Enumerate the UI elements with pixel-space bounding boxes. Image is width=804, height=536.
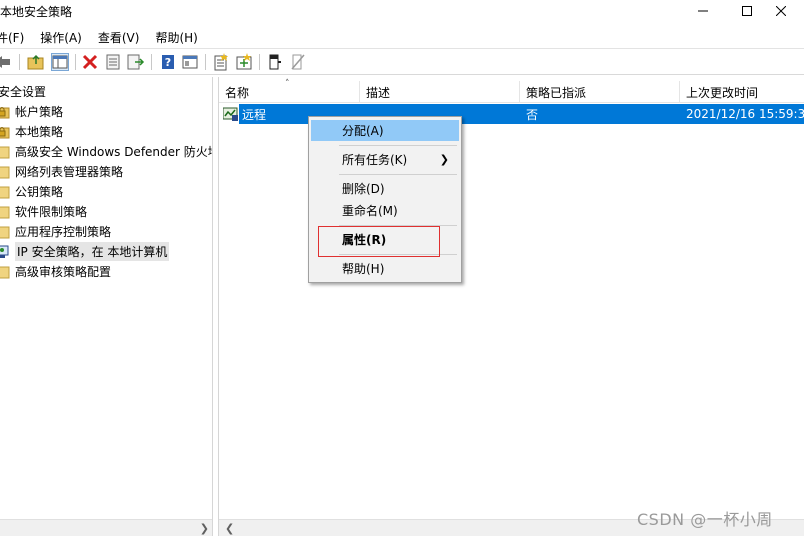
back-arrow-icon[interactable] — [0, 53, 12, 71]
tree-item[interactable]: 软件限制策略 — [0, 201, 87, 221]
annotation-highlight-box — [318, 226, 440, 257]
tree-item[interactable]: 本地策略 — [0, 121, 63, 141]
scroll-left-icon[interactable]: ❮ — [225, 522, 234, 535]
ip-security-icon — [0, 243, 10, 259]
scroll-right-icon[interactable]: ❯ — [200, 522, 209, 535]
folder-icon — [0, 203, 10, 219]
tree-item-ip-security[interactable]: IP 安全策略，在 本地计算机 — [0, 241, 170, 261]
window-title: 本地安全策略 — [0, 5, 73, 19]
close-icon — [776, 6, 786, 16]
tree-item[interactable]: 帐户策略 — [0, 101, 63, 121]
sort-ascending-icon: ˄ — [285, 79, 290, 89]
tree-item[interactable]: 公钥策略 — [0, 181, 63, 201]
column-header-assigned[interactable]: 策略已指派 — [520, 81, 680, 103]
unassign-icon[interactable] — [289, 53, 307, 71]
tree-item[interactable]: 网络列表管理器策略 — [0, 161, 123, 181]
menu-help[interactable]: 帮助(H) — [155, 29, 197, 46]
console-icon[interactable] — [181, 53, 199, 71]
tree-item[interactable]: 高级审核策略配置 — [0, 261, 111, 281]
menu-file[interactable]: 件(F) — [0, 29, 24, 46]
ip-policy-icon — [222, 106, 239, 122]
toolbar: ? — [0, 48, 804, 75]
console-tree: 安全设置 帐户策略 本地策略 高级安全 Windows Defender 防火墙… — [0, 77, 213, 536]
cell-modified: 2021/12/16 15:59:38 — [686, 107, 804, 121]
context-menu: 分配(A) 所有任务(K) ❯ 删除(D) 重命名(M) 属性(R) 帮助(H) — [308, 116, 462, 283]
folder-icon — [0, 163, 10, 179]
help-icon[interactable]: ? — [159, 53, 177, 71]
table-row[interactable]: 远程 否 2021/12/16 15:59:38 — [219, 104, 804, 124]
svg-text:?: ? — [165, 56, 171, 69]
menu-action[interactable]: 操作(A) — [40, 29, 82, 46]
properties-icon[interactable] — [104, 53, 122, 71]
watermark: CSDN @一杯小周 — [637, 510, 773, 529]
cell-name: 远程 — [242, 107, 267, 122]
menu-item-all-tasks[interactable]: 所有任务(K) ❯ — [311, 149, 459, 170]
up-folder-icon[interactable] — [27, 53, 45, 71]
policy-list: 名称 ˄ 描述 策略已指派 上次更改时间 远程 否 2021/12/16 15:… — [218, 77, 804, 536]
show-hide-tree-icon[interactable] — [51, 53, 69, 71]
column-headers: 名称 ˄ 描述 策略已指派 上次更改时间 — [219, 79, 804, 103]
column-header-name[interactable]: 名称 ˄ — [219, 79, 360, 103]
tree-item[interactable]: 应用程序控制策略 — [0, 221, 111, 241]
menu-item-rename[interactable]: 重命名(M) — [311, 200, 459, 221]
menu-item-assign[interactable]: 分配(A) — [311, 120, 459, 141]
submenu-arrow-icon: ❯ — [439, 153, 449, 166]
column-header-description[interactable]: 描述 — [360, 81, 520, 103]
close-button[interactable] — [758, 0, 804, 22]
export-list-icon[interactable] — [127, 53, 145, 71]
folder-icon — [0, 263, 10, 279]
tree-root[interactable]: 安全设置 — [0, 81, 46, 101]
minimize-button[interactable] — [680, 0, 726, 22]
manage-filter-icon[interactable] — [235, 53, 253, 71]
cell-assigned: 否 — [526, 107, 539, 122]
folder-icon — [0, 223, 10, 239]
folder-lock-icon — [0, 123, 10, 139]
column-header-modified[interactable]: 上次更改时间 — [680, 81, 804, 103]
tree-horizontal-scrollbar[interactable]: ❯ — [0, 519, 212, 536]
menu-item-delete[interactable]: 删除(D) — [311, 178, 459, 199]
maximize-icon — [742, 6, 752, 16]
tree-item[interactable]: 高级安全 Windows Defender 防火墙 — [0, 141, 212, 161]
delete-icon[interactable] — [81, 53, 99, 71]
menu-bar: 件(F) 操作(A) 查看(V) 帮助(H) — [0, 27, 804, 47]
new-policy-icon[interactable] — [212, 53, 230, 71]
folder-icon — [0, 183, 10, 199]
menu-view[interactable]: 查看(V) — [98, 29, 140, 46]
assign-icon[interactable] — [266, 53, 284, 71]
minimize-icon — [698, 10, 708, 12]
folder-lock-icon — [0, 103, 10, 119]
menu-item-help[interactable]: 帮助(H) — [311, 258, 459, 279]
title-bar: 本地安全策略 — [0, 0, 804, 22]
folder-icon — [0, 143, 10, 159]
